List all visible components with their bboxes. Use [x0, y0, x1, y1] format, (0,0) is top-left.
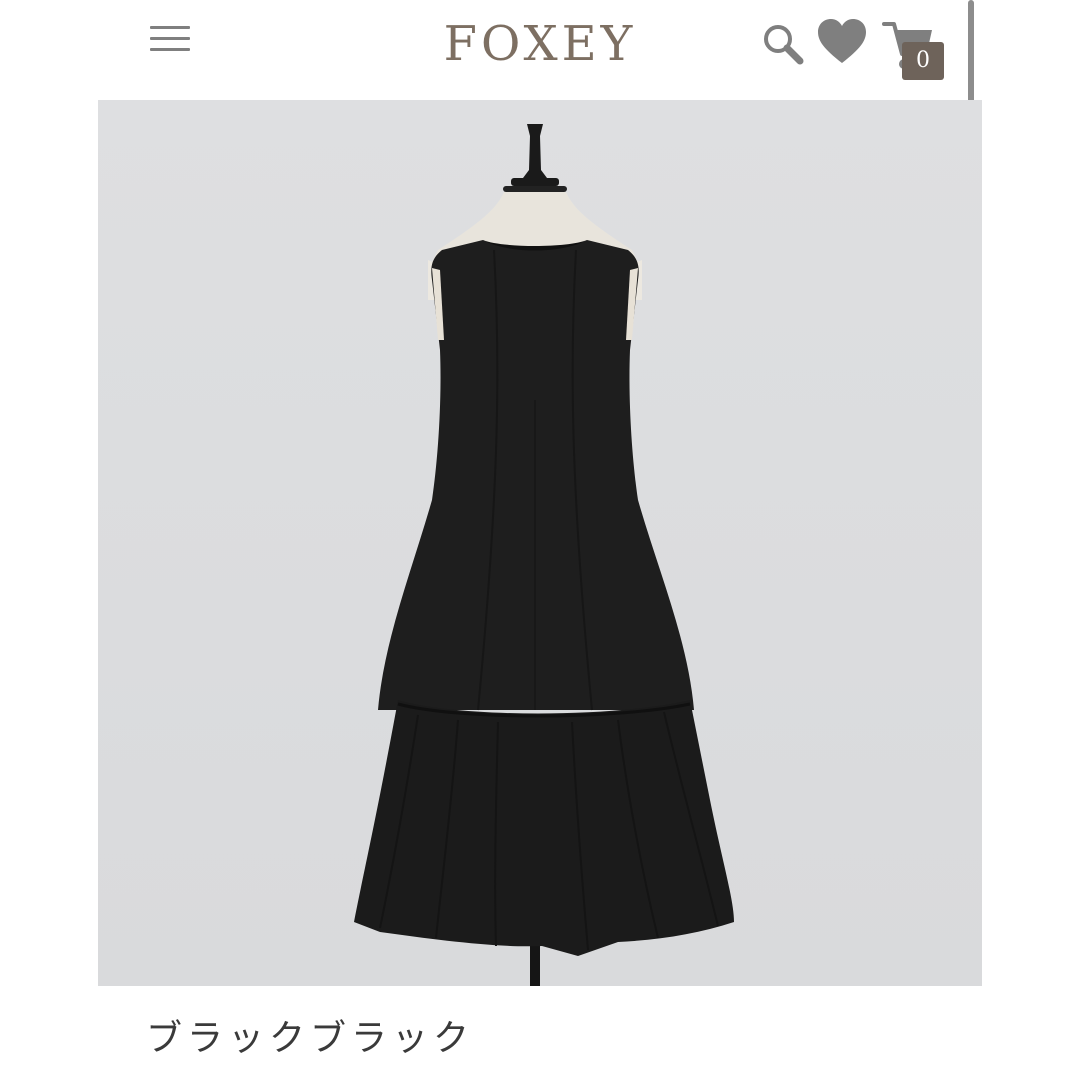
brand-logo[interactable]: FOXEY	[380, 14, 700, 74]
hamburger-menu-icon[interactable]	[146, 22, 194, 58]
heart-icon[interactable]	[814, 16, 870, 68]
dress-on-mannequin-image	[354, 124, 734, 986]
color-name-label: ブラックブラック	[146, 1018, 475, 1059]
product-image[interactable]	[98, 100, 982, 986]
site-header: FOXEY 0	[0, 0, 1080, 100]
search-icon[interactable]	[758, 18, 808, 68]
cart-count-badge: 0	[902, 42, 944, 80]
product-page: FOXEY 0 ブラックブラック	[0, 0, 1080, 1080]
